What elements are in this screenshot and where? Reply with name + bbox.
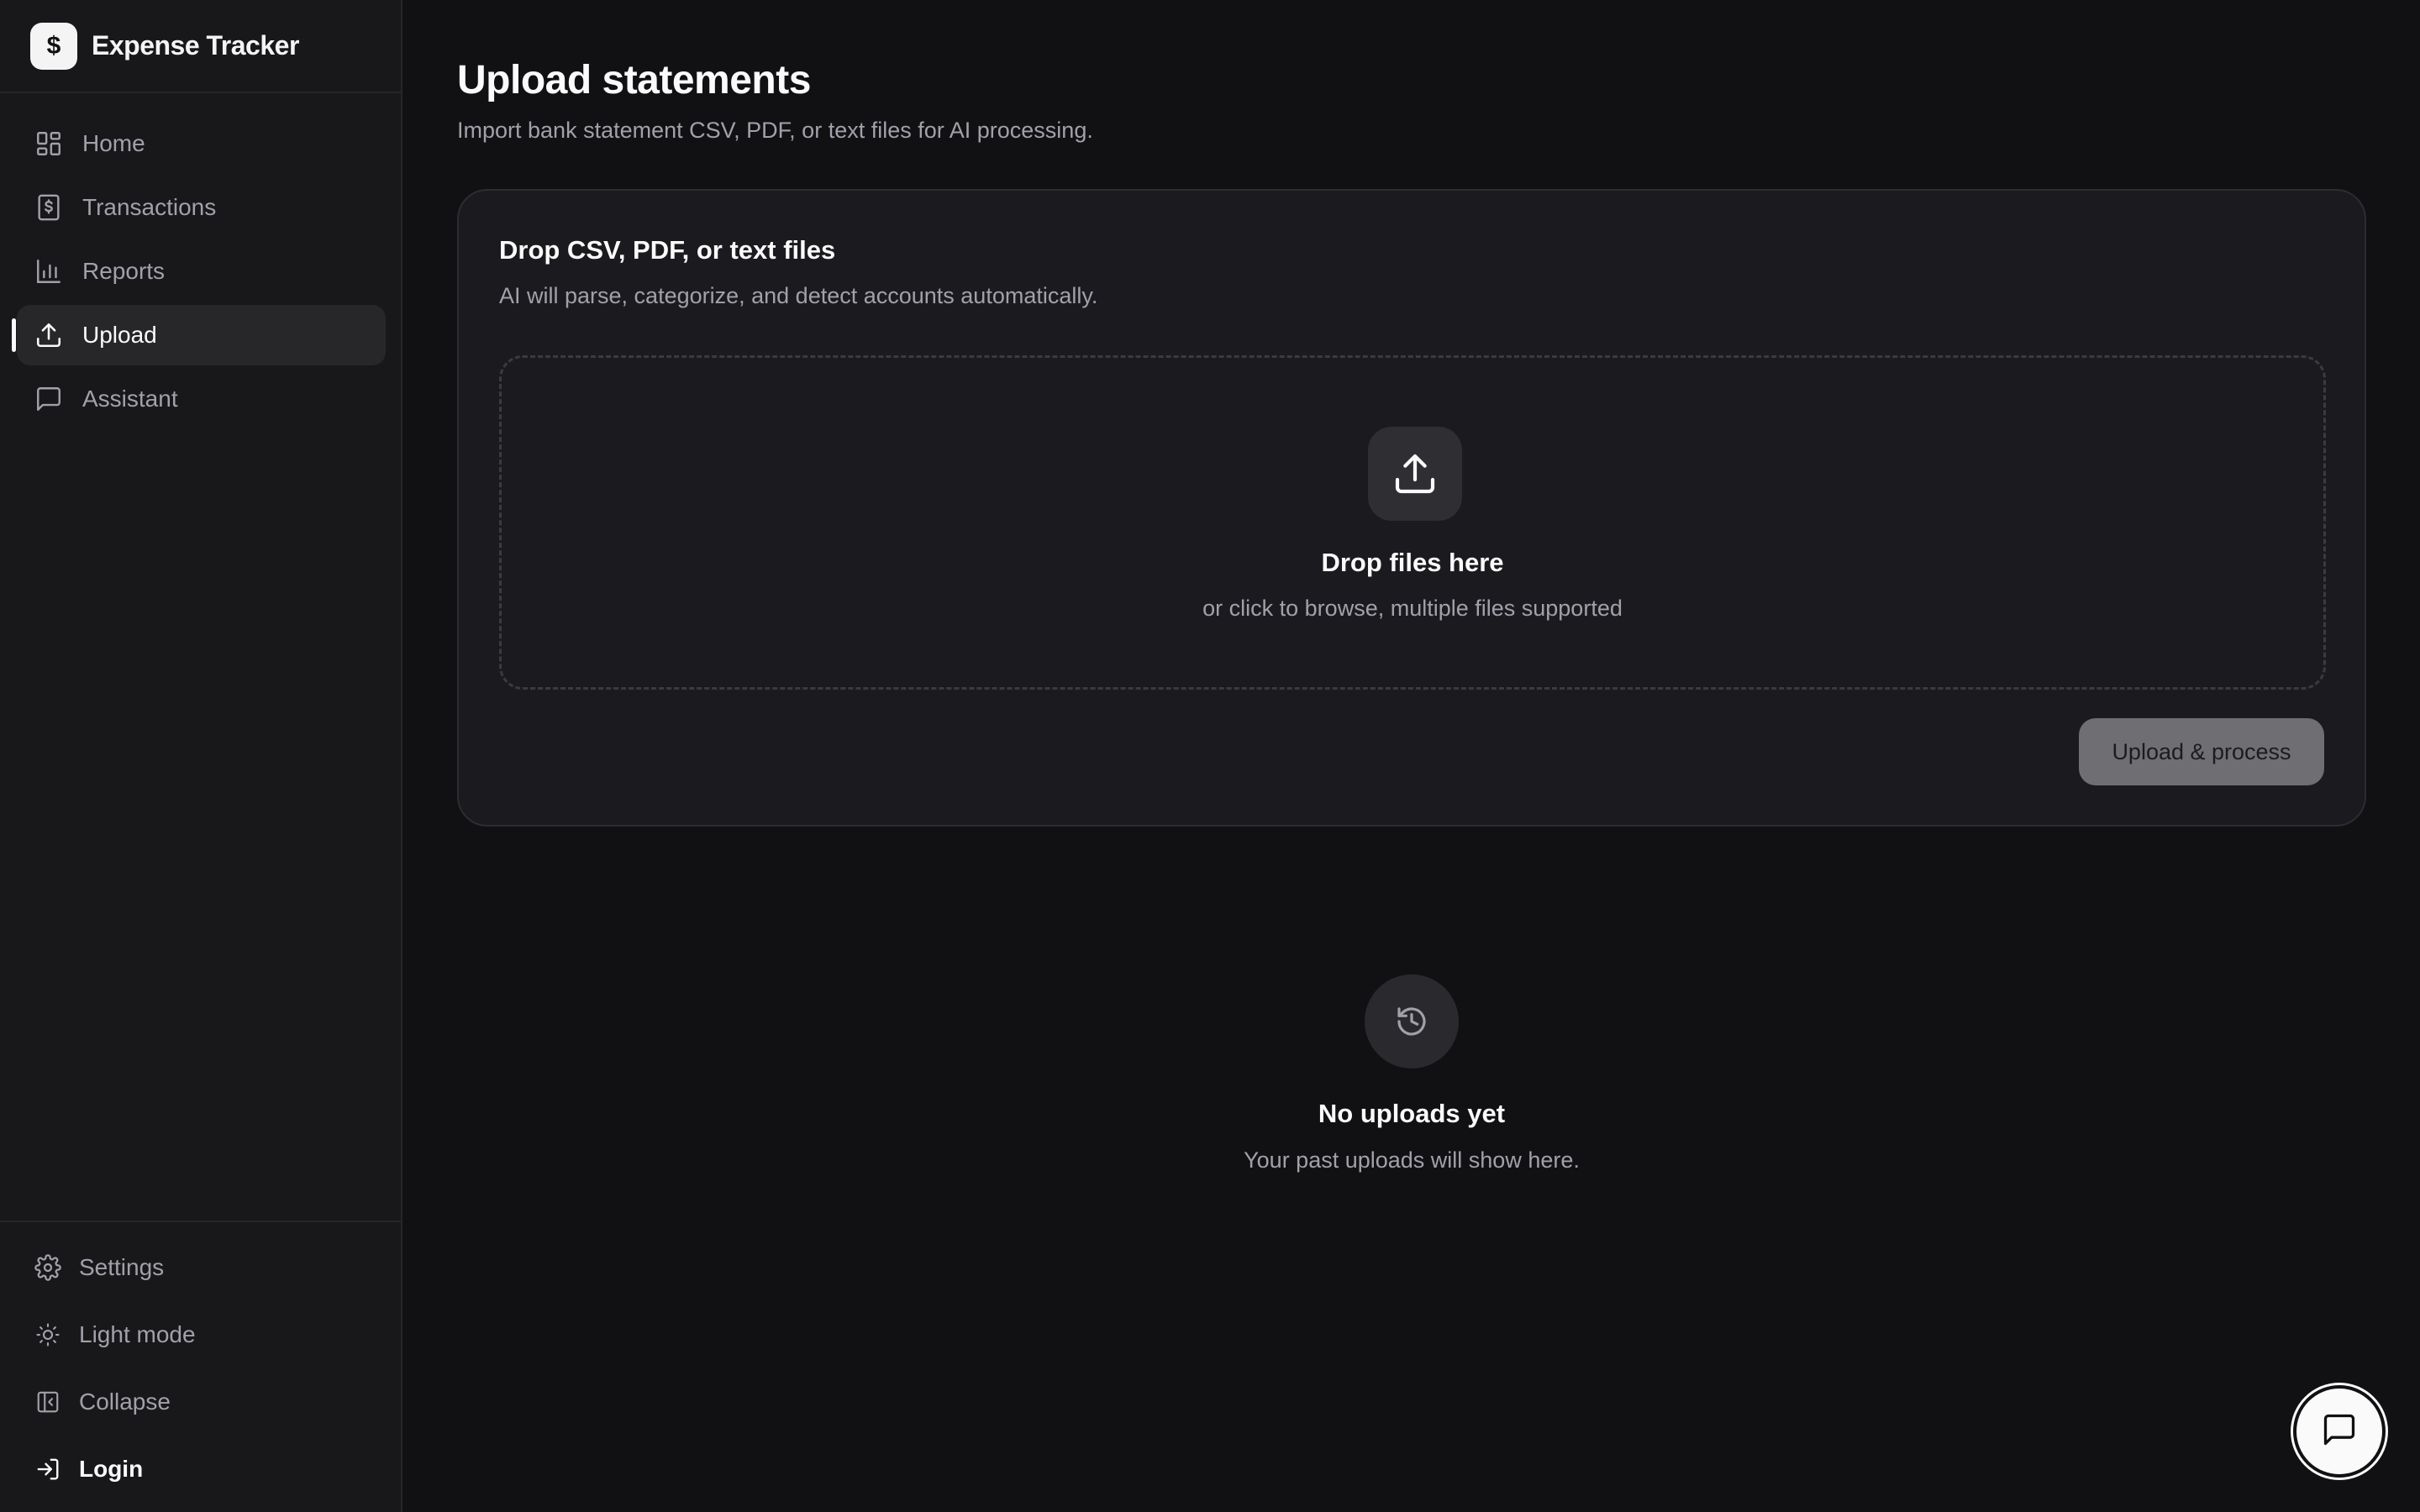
message-square-icon (34, 384, 64, 414)
dropzone-title: Drop files here (1321, 548, 1504, 577)
file-dropzone[interactable]: Drop files here or click to browse, mult… (499, 355, 2326, 690)
sidebar-item-label: Reports (82, 258, 166, 284)
theme-toggle-label: Light mode (79, 1321, 196, 1347)
chat-button[interactable] (2293, 1385, 2386, 1478)
theme-toggle-button[interactable]: Light mode (0, 1301, 401, 1368)
sidebar-item-label: Assistant (82, 386, 178, 412)
upload-card-title: Drop CSV, PDF, or text files (499, 235, 836, 265)
sun-icon (34, 1320, 62, 1349)
gear-icon (34, 1253, 62, 1282)
history-icon (1365, 974, 1459, 1068)
sidebar-item-reports[interactable]: Reports (17, 241, 386, 302)
sidebar-item-upload[interactable]: Upload (12, 305, 386, 365)
empty-state-subtitle: Your past uploads will show here. (1244, 1147, 1580, 1173)
sidebar-nav: Home Transactions Reports Upload Assista… (0, 93, 401, 429)
page-title: Upload statements (457, 58, 811, 102)
sidebar-footer: Settings Light mode Collapse Login (0, 1221, 401, 1512)
sidebar: $ Expense Tracker Home Transactions Repo… (0, 0, 402, 1512)
dashboard-grid-icon (34, 129, 64, 159)
bar-chart-icon (34, 256, 64, 286)
login-button[interactable]: Login (0, 1436, 401, 1503)
login-icon (34, 1455, 62, 1483)
app: $ Expense Tracker Home Transactions Repo… (0, 0, 2420, 1512)
upload-icon (1368, 427, 1462, 521)
sidebar-item-label: Upload (82, 322, 157, 348)
dropzone-subtitle: or click to browse, multiple files suppo… (1202, 596, 1623, 621)
sidebar-item-transactions[interactable]: Transactions (17, 177, 386, 238)
login-label: Login (79, 1456, 144, 1482)
brand[interactable]: $ Expense Tracker (0, 0, 401, 93)
upload-card: Drop CSV, PDF, or text files AI will par… (457, 189, 2366, 827)
collapse-label: Collapse (79, 1389, 171, 1415)
upload-card-subtitle: AI will parse, categorize, and detect ac… (499, 283, 1098, 308)
collapse-sidebar-button[interactable]: Collapse (0, 1368, 401, 1436)
settings-label: Settings (79, 1254, 165, 1280)
upload-process-button[interactable]: Upload & process (2079, 718, 2324, 785)
receipt-dollar-icon (34, 192, 64, 223)
sidebar-item-home[interactable]: Home (17, 113, 386, 174)
sidebar-item-label: Transactions (82, 194, 217, 220)
app-name: Expense Tracker (92, 30, 299, 60)
sidebar-item-assistant[interactable]: Assistant (17, 369, 386, 429)
page-subtitle: Import bank statement CSV, PDF, or text … (457, 118, 1093, 143)
logo-dollar-icon: $ (30, 22, 77, 70)
panel-collapse-icon (34, 1388, 62, 1416)
message-square-icon (2321, 1411, 2358, 1452)
upload-icon (34, 320, 64, 350)
sidebar-item-label: Home (82, 130, 145, 156)
settings-button[interactable]: Settings (0, 1234, 401, 1301)
empty-state-title: No uploads yet (1318, 1099, 1506, 1128)
